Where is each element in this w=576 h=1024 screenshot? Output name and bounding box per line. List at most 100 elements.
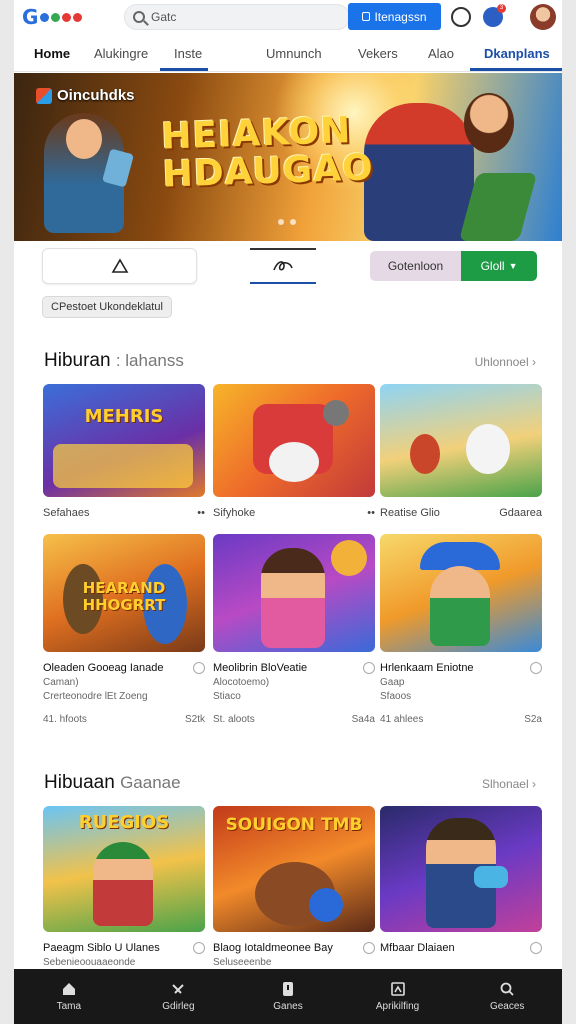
- carousel-dots[interactable]: [278, 219, 296, 225]
- card-title-row: Mfbaar Dlaiaen: [380, 942, 542, 954]
- game-thumbnail: [213, 384, 375, 497]
- thumbnail-title: RUEGIOS: [78, 812, 170, 833]
- game-card[interactable]: MEHRIS Sefahaes ••: [43, 384, 205, 519]
- tab-7-underline: [470, 68, 562, 71]
- card-caption-left: Sefahaes: [43, 507, 90, 519]
- triangle-button[interactable]: [42, 248, 197, 284]
- section-1-subtitle: : lahanss: [115, 351, 184, 370]
- tab-3-underline: [160, 68, 208, 71]
- section-2-title: Hibuaan Gaanae: [44, 772, 181, 794]
- segment-right-label: Gloll: [480, 259, 505, 273]
- tab-5[interactable]: Vekers: [358, 46, 398, 61]
- bottom-nav-label: Aprikilfing: [375, 1001, 420, 1012]
- card-caption: Sifyhoke ••: [213, 507, 375, 519]
- game-card[interactable]: Sifyhoke ••: [213, 384, 375, 519]
- game-thumbnail: SOUIGON TMB: [213, 806, 375, 932]
- game-card[interactable]: HEARAND HHOGRRT Oleaden Gooeag Ianade Ca…: [43, 534, 205, 725]
- card-caption-right: ••: [197, 507, 205, 519]
- thumb-orb: [331, 540, 367, 576]
- carousel-dot[interactable]: [290, 219, 296, 225]
- top-bar: G Itenagssn 3: [14, 0, 562, 34]
- nav-tabs: Home Alukingre Inste Umnunch Vekers Alao…: [14, 34, 562, 72]
- bottom-nav-games[interactable]: Gdirleg: [124, 969, 234, 1024]
- gamepad-icon: [474, 866, 508, 888]
- game-card[interactable]: RUEGIOS Paeagm Siblo U Ulanes Sebenieoou…: [43, 806, 205, 968]
- carousel-dot[interactable]: [278, 219, 284, 225]
- hero-title-line2: HDAUGAO: [161, 147, 375, 196]
- card-title: Hrlenkaam Eniotne: [380, 662, 474, 674]
- card-caption: Sefahaes ••: [43, 507, 205, 519]
- tab-2[interactable]: Alukingre: [94, 46, 148, 61]
- hero-character-left-face: [66, 119, 102, 159]
- bottom-nav-search[interactable]: Geaces: [452, 969, 562, 1024]
- section-1-see-more[interactable]: Uhlonnoel ›: [475, 355, 536, 369]
- game-card[interactable]: Meolibrin BloVeatie Alocotoemo) Stiaco S…: [213, 534, 375, 725]
- tab-6[interactable]: Alao: [428, 46, 454, 61]
- hero-character-right: [364, 103, 474, 241]
- bottom-nav-library[interactable]: Aprikilfing: [343, 969, 453, 1024]
- card-title: Paeagm Siblo U Ulanes: [43, 942, 160, 954]
- logo-letter: G: [22, 5, 39, 29]
- section-1-title-text: Hiburan: [44, 350, 111, 371]
- info-icon[interactable]: [530, 662, 542, 674]
- bottom-nav-apps[interactable]: Ganes: [233, 969, 343, 1024]
- gesture-button[interactable]: [250, 248, 316, 284]
- segmented-control: Gotenloon Gloll ▼: [370, 251, 537, 281]
- section-1-see-more-label: Uhlonnoel: [474, 355, 529, 369]
- game-card[interactable]: Reatise Glio Gdaarea: [380, 384, 542, 519]
- bottom-nav-label: Gdirleg: [162, 1001, 195, 1012]
- search-bar[interactable]: [124, 4, 350, 30]
- avatar[interactable]: [530, 4, 556, 30]
- logo-dot-green: [51, 12, 61, 22]
- app-logo[interactable]: G: [22, 5, 102, 29]
- segment-right[interactable]: Gloll ▼: [461, 251, 537, 281]
- thumbnail-title: HEARAND HHOGRRT: [82, 579, 166, 614]
- thumb-character: [466, 424, 510, 474]
- card-caption-left: Reatise Glio: [380, 507, 440, 519]
- tab-4[interactable]: Umnunch: [266, 46, 322, 61]
- skull-icon: [323, 400, 349, 426]
- game-thumbnail: MEHRIS: [43, 384, 205, 497]
- card-meta-left: 41 ahlees: [380, 714, 424, 725]
- game-card[interactable]: Hrlenkaam Eniotne Gaap Sfaoos 41 ahlees …: [380, 534, 542, 725]
- segment-left[interactable]: Gotenloon: [370, 251, 462, 281]
- bottom-nav-home[interactable]: Tama: [14, 969, 124, 1024]
- info-icon[interactable]: [363, 662, 375, 674]
- search-icon: [500, 982, 514, 996]
- triangle-icon: [111, 258, 128, 273]
- apps-icon: [282, 982, 293, 996]
- info-icon[interactable]: [193, 662, 205, 674]
- logo-dot-red: [62, 12, 72, 22]
- notification-badge: 3: [497, 4, 506, 13]
- signin-button[interactable]: Itenagssn: [348, 3, 441, 30]
- bottom-nav-label: Tama: [56, 1001, 82, 1012]
- hero-title: HEIAKON HDAUGAO: [161, 110, 375, 196]
- card-meta: 41. hfoots S2tk: [43, 714, 205, 725]
- tab-7[interactable]: Dkanplans: [484, 46, 550, 61]
- card-meta-right: S2a: [524, 714, 542, 725]
- theme-icon[interactable]: [451, 7, 471, 27]
- game-thumbnail: [380, 384, 542, 497]
- search-input[interactable]: [151, 10, 301, 24]
- card-meta: St. aloots Sa4a: [213, 714, 375, 725]
- tab-3[interactable]: Inste: [174, 46, 202, 61]
- section-2-see-more-label: Slhonael: [481, 777, 529, 791]
- game-card[interactable]: SOUIGON TMB Blaog Iotaldmeonee Bay Selus…: [213, 806, 375, 968]
- card-title-row: Oleaden Gooeag Ianade: [43, 662, 205, 674]
- hero-banner[interactable]: Oincuhdks HEIAKON HDAUGAO: [14, 73, 562, 241]
- notifications-icon[interactable]: 3: [483, 4, 506, 27]
- game-thumbnail: [380, 806, 542, 932]
- info-icon[interactable]: [193, 942, 205, 954]
- game-thumbnail: [213, 534, 375, 652]
- card-subtitle-2: Stiaco: [213, 691, 241, 702]
- thumb-character: [261, 548, 325, 648]
- section-2-see-more[interactable]: Slhonael ›: [482, 777, 536, 791]
- home-icon: [62, 983, 75, 995]
- game-card[interactable]: Mfbaar Dlaiaen: [380, 806, 542, 954]
- game-thumbnail: RUEGIOS: [43, 806, 205, 932]
- info-icon[interactable]: [530, 942, 542, 954]
- tab-home[interactable]: Home: [34, 46, 70, 61]
- info-icon[interactable]: [363, 942, 375, 954]
- filter-chip[interactable]: CPestoet Ukondeklatul: [42, 296, 172, 318]
- card-title-row: Hrlenkaam Eniotne: [380, 662, 542, 674]
